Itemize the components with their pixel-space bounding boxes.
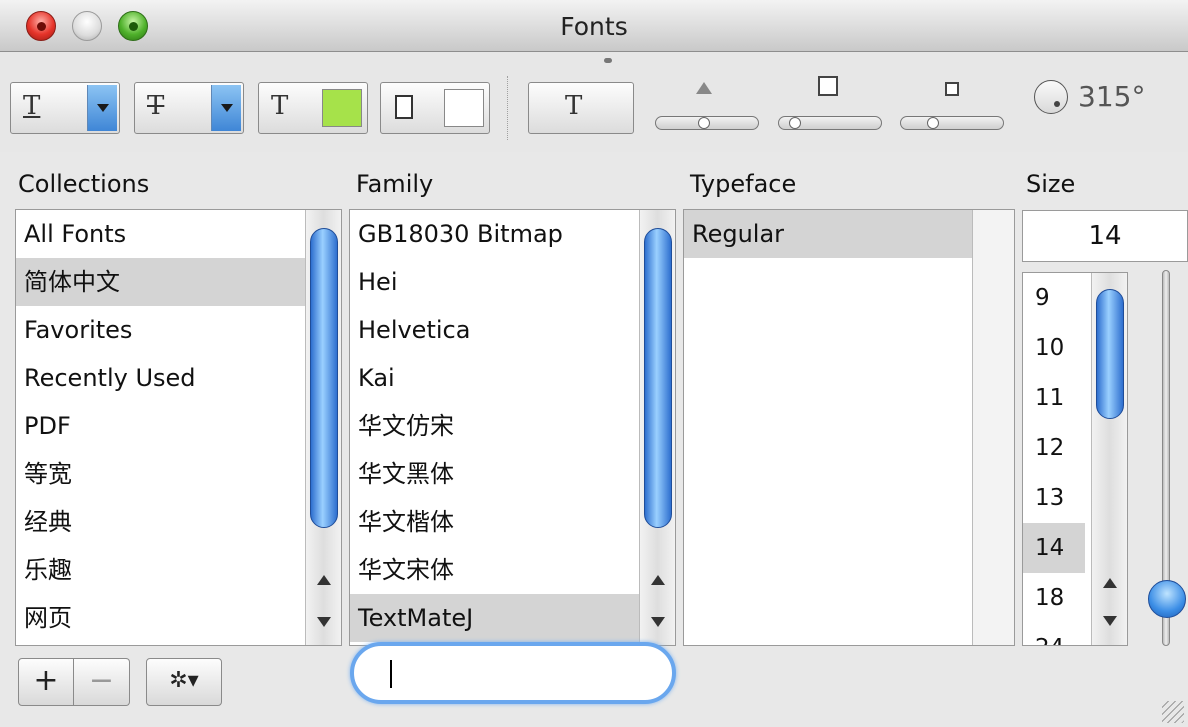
family-item[interactable]: Helvetica <box>350 306 675 354</box>
action-gear-button[interactable]: ✲▾ <box>146 658 222 706</box>
family-scrollbar[interactable] <box>639 210 675 645</box>
shadow-opacity-thumb[interactable] <box>698 117 710 129</box>
scroll-up-arrow-icon[interactable] <box>306 566 341 592</box>
size-slider-knob[interactable] <box>1148 580 1186 618</box>
shadow-angle-dial[interactable] <box>1034 80 1068 114</box>
shadow-opacity-slider[interactable] <box>655 116 759 130</box>
collections-scrollbar[interactable] <box>305 210 341 645</box>
collection-item[interactable]: Recently Used <box>16 354 341 402</box>
toolbar-separator <box>507 76 508 140</box>
strikethrough-popup-button[interactable]: T <box>134 82 244 134</box>
scroll-down-arrow-icon[interactable] <box>306 608 341 634</box>
family-list[interactable]: GB18030 Bitmap Hei Helvetica Kai 华文仿宋 华文黑体 华文楷… <box>349 209 676 646</box>
size-item[interactable]: 14 <box>1023 523 1085 573</box>
size-scrollbar[interactable] <box>1091 273 1127 645</box>
size-item[interactable]: 13 <box>1023 473 1085 523</box>
size-item[interactable]: 12 <box>1023 423 1085 473</box>
size-item[interactable]: 18 <box>1023 573 1085 623</box>
underline-popup-button[interactable]: T <box>10 82 120 134</box>
document-icon <box>395 95 413 119</box>
size-list[interactable]: 910111213141824 <box>1022 272 1128 646</box>
collection-item[interactable]: Favorites <box>16 306 341 354</box>
strikethrough-icon: T <box>147 91 165 121</box>
collection-item[interactable]: 经典 <box>16 498 341 546</box>
collection-item[interactable]: 等宽 <box>16 450 341 498</box>
scroll-up-arrow-icon[interactable] <box>640 566 675 592</box>
family-item[interactable]: 华文楷体 <box>350 498 675 546</box>
typeface-scrollbar <box>972 210 1014 645</box>
text-color-button[interactable]: T <box>258 82 368 134</box>
collections-scroll-thumb[interactable] <box>310 228 338 528</box>
scroll-down-arrow-icon[interactable] <box>640 608 675 634</box>
size-item[interactable]: 11 <box>1023 373 1085 423</box>
add-collection-button[interactable]: + <box>18 658 74 706</box>
title-bar: Fonts <box>0 0 1188 52</box>
scroll-down-arrow-icon[interactable] <box>1092 607 1127 633</box>
size-field[interactable]: 14 <box>1022 210 1188 262</box>
collection-item[interactable]: 简体中文 <box>16 258 341 306</box>
collection-item[interactable]: 乐趣 <box>16 546 341 594</box>
search-input[interactable] <box>350 642 676 704</box>
shadow-blur-slider[interactable] <box>778 116 882 130</box>
size-item[interactable]: 9 <box>1023 273 1085 323</box>
toolbar: T T T T <box>0 52 1188 152</box>
shadow-offset-thumb[interactable] <box>927 117 939 129</box>
collection-item[interactable]: All Fonts <box>16 210 341 258</box>
window-title: Fonts <box>560 12 628 41</box>
shadow-blur-icon <box>818 76 838 96</box>
resize-grip-icon[interactable] <box>1162 701 1184 723</box>
family-item[interactable]: 华文宋体 <box>350 546 675 594</box>
size-item[interactable]: 10 <box>1023 323 1085 373</box>
shadow-blur-thumb[interactable] <box>789 117 801 129</box>
scroll-up-arrow-icon[interactable] <box>1092 569 1127 595</box>
size-header: Size <box>1026 170 1076 198</box>
size-scroll-thumb[interactable] <box>1096 289 1124 419</box>
family-item[interactable]: 华文仿宋 <box>350 402 675 450</box>
underline-menu-arrow-icon[interactable] <box>87 85 117 131</box>
collection-item[interactable]: PDF <box>16 402 341 450</box>
shadow-offset-icon <box>945 82 959 96</box>
shadow-indicator-icon <box>604 58 612 63</box>
collections-header: Collections <box>18 170 150 198</box>
text-color-swatch[interactable] <box>322 89 362 127</box>
shadow-opacity-icon <box>696 82 712 94</box>
document-color-swatch[interactable] <box>444 89 484 127</box>
family-item[interactable]: TextMateJ <box>350 594 675 642</box>
text-shadow-icon: T <box>565 91 583 121</box>
document-color-button[interactable] <box>380 82 490 134</box>
underline-icon: T <box>23 91 41 121</box>
family-item[interactable]: Hei <box>350 258 675 306</box>
family-item[interactable]: GB18030 Bitmap <box>350 210 675 258</box>
typeface-list[interactable]: Regular <box>683 209 1015 646</box>
text-caret <box>390 660 392 688</box>
collections-list[interactable]: All Fonts 简体中文 Favorites Recently Used PDF 等宽… <box>15 209 342 646</box>
text-color-icon: T <box>271 91 289 121</box>
text-shadow-button[interactable]: T <box>528 82 634 134</box>
remove-collection-button[interactable]: − <box>74 658 130 706</box>
family-item[interactable]: 华文黑体 <box>350 450 675 498</box>
shadow-offset-slider[interactable] <box>900 116 1004 130</box>
family-header: Family <box>356 170 434 198</box>
shadow-angle-value: 315° <box>1078 80 1146 113</box>
typeface-item[interactable]: Regular <box>684 210 974 258</box>
strikethrough-menu-arrow-icon[interactable] <box>211 85 241 131</box>
family-item[interactable]: Kai <box>350 354 675 402</box>
size-item[interactable]: 24 <box>1023 623 1085 645</box>
typeface-header: Typeface <box>690 170 797 198</box>
collection-item[interactable]: 网页 <box>16 594 341 642</box>
family-scroll-thumb[interactable] <box>644 228 672 528</box>
